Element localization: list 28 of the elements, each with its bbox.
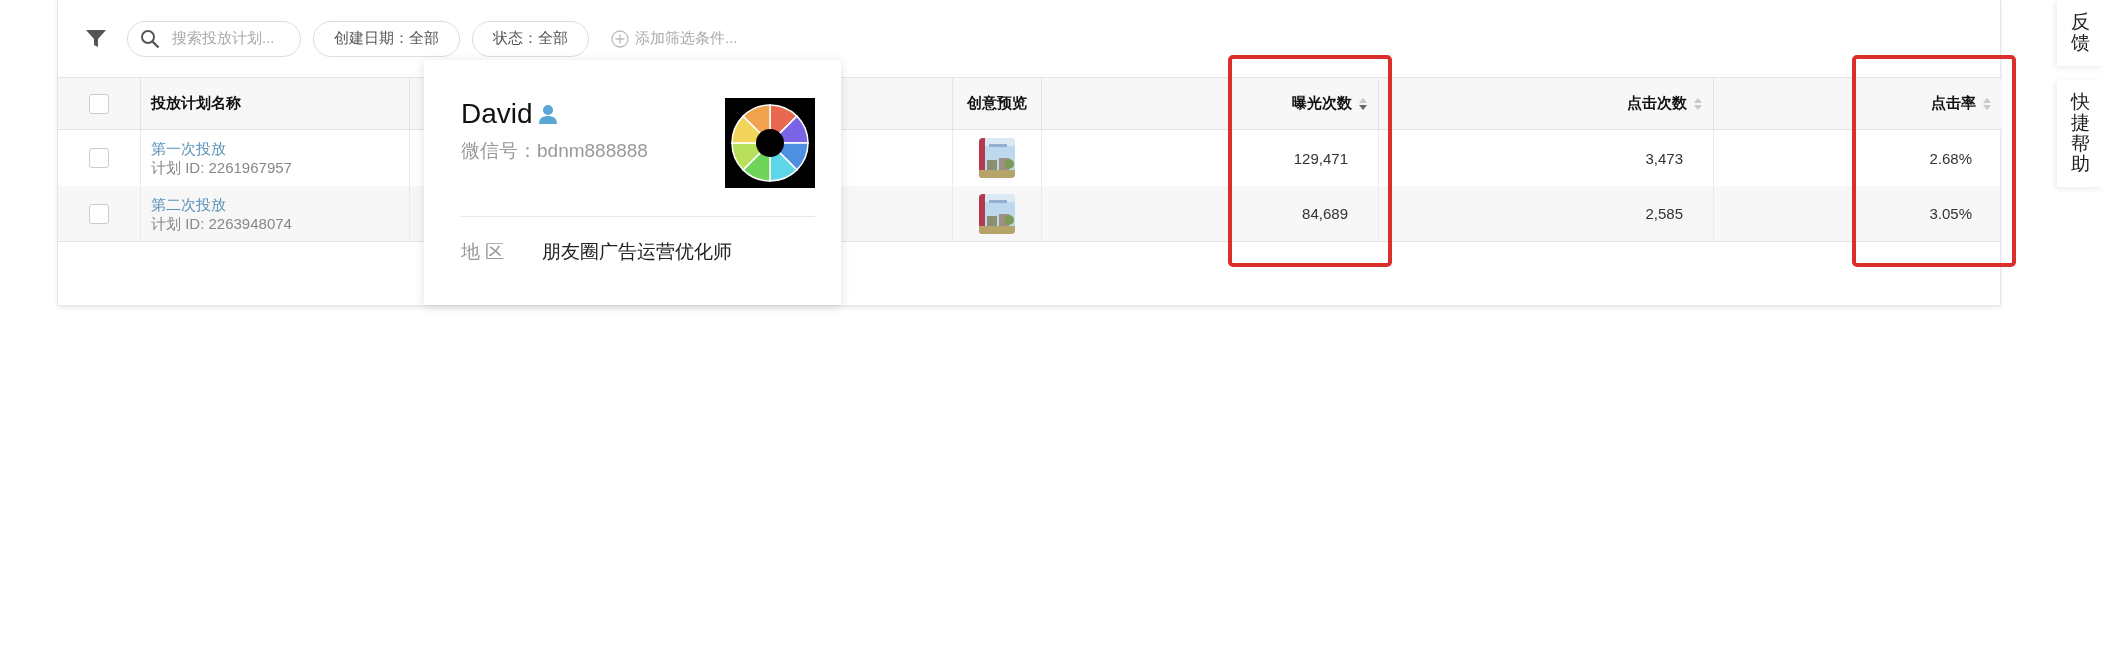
column-header[interactable]: 曝光次数 xyxy=(1292,94,1352,113)
search-icon xyxy=(140,28,160,49)
plan-id: 计划 ID: 2263948074 xyxy=(151,213,292,233)
filter-chip[interactable]: 状态：全部 xyxy=(472,20,589,57)
table-cell: 129,471 xyxy=(1293,149,1348,167)
column-header[interactable]: 投放计划名称 xyxy=(151,94,241,113)
person-icon xyxy=(536,103,559,125)
filter-icon[interactable] xyxy=(85,28,107,49)
user-name: David xyxy=(461,98,533,130)
checkbox[interactable] xyxy=(89,148,109,168)
wechat-id: 微信号：bdnm888888 xyxy=(461,139,648,163)
region-value: 朋友圈广告运营优化师 xyxy=(542,240,733,264)
table-cell: 2,585 xyxy=(1645,205,1683,222)
region-label: 地 区 xyxy=(461,240,505,264)
table-cell: 3.05% xyxy=(1929,205,1972,222)
table-cell: 3,473 xyxy=(1645,149,1683,167)
plan-name-link[interactable]: 第一次投放 xyxy=(151,139,292,158)
checkbox[interactable] xyxy=(89,93,109,114)
filter-chip[interactable]: 创建日期：全部 xyxy=(313,20,460,57)
column-header[interactable]: 点击率 xyxy=(1931,94,1976,113)
side-tab[interactable]: 快捷帮助 xyxy=(2057,79,2103,188)
table-cell: 84,689 xyxy=(1302,205,1348,222)
checkbox[interactable] xyxy=(89,203,109,224)
side-tab[interactable]: 反馈 xyxy=(2057,0,2103,66)
add-icon[interactable] xyxy=(611,29,629,48)
column-header[interactable]: 点击次数 xyxy=(1627,94,1687,113)
table-cell: 2.68% xyxy=(1929,149,1972,167)
plan-id: 计划 ID: 2261967957 xyxy=(151,158,292,177)
